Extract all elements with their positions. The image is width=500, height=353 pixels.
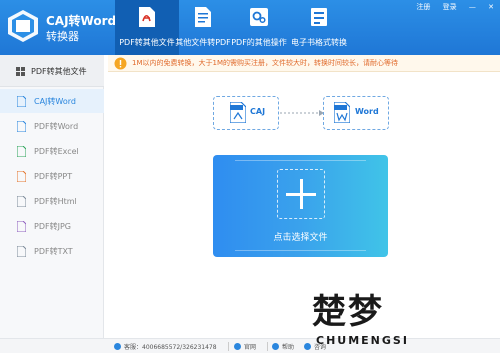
html-file-icon [17,196,26,207]
watermark-chinese: 楚梦 [311,291,384,333]
app-title: CAJ转Word [46,14,117,28]
plus-icon [300,179,303,209]
file-dropzone[interactable]: 点击选择文件 [213,155,388,257]
notice-icon [114,57,127,70]
website-label: 官网 [244,344,257,351]
register-link[interactable]: 注册 [416,3,430,11]
sidebar-item-caj-to-word[interactable]: CAJ转Word [0,89,104,113]
chat-icon [304,343,311,350]
sidebar-header-label: PDF转其他文件 [31,67,87,76]
close-button[interactable]: ✕ [488,3,494,11]
sidebar-item-pdf-to-excel[interactable]: PDF转Excel [0,139,104,163]
arrow-right-icon [280,110,324,116]
login-link[interactable]: 登录 [443,3,457,11]
divider [235,160,366,161]
notice-text: 1M以内的免费转换，大于1M的需购买注册，文件较大时，转换时间较长，请耐心等待 [132,59,398,67]
target-format-box: Word [323,96,389,130]
website-link[interactable]: 官网 [234,342,256,351]
customer-service-text: 客服：4006685572/326231478 [124,344,217,351]
sidebar-item-label: PDF转JPG [34,222,71,231]
sidebar-item-pdf-to-html[interactable]: PDF转Html [0,189,104,213]
top-links: 注册 登录 — ✕ [406,2,494,12]
app-header: CAJ转Word 转换器 PDF转其他文件 其他文件转PDF PDF的其他操作 [0,0,500,55]
document-icon [195,7,211,27]
sidebar-item-label: PDF转TXT [34,247,73,256]
source-format-box: CAJ [213,96,279,130]
sidebar: PDF转其他文件 CAJ转Word PDF转Word PDF转Excel PDF… [0,55,104,338]
gears-icon [250,8,268,26]
watermark-latin: CHUMENGSI [316,334,409,347]
add-file-button[interactable] [277,169,325,219]
ppt-file-icon [17,171,26,182]
word-file-icon [334,102,350,123]
sidebar-item-pdf-to-txt[interactable]: PDF转TXT [0,239,104,263]
app-logo-icon [8,10,38,42]
ebook-icon [311,8,327,26]
notice-bar: 1M以内的免费转换，大于1M的需购买注册，文件较大时，转换时间较长，请耐心等待 [108,55,500,72]
divider [235,250,366,251]
brand: CAJ转Word 转换器 [6,8,116,46]
sidebar-header: PDF转其他文件 [0,55,104,87]
sidebar-item-label: PDF转Html [34,197,77,206]
sidebar-item-pdf-to-jpg[interactable]: PDF转JPG [0,214,104,238]
minimize-button[interactable]: — [469,3,476,11]
target-format-label: Word [355,107,379,116]
sidebar-item-label: PDF转Word [34,122,79,131]
image-file-icon [17,221,26,232]
watermark-logo: 楚梦 CHUMENGSI [311,284,497,353]
pdf-file-icon [139,7,155,27]
customer-service-contact: 客服：4006685572/326231478 [114,342,217,351]
help-link[interactable]: 帮助 [272,342,294,351]
sidebar-item-label: PDF转PPT [34,172,73,181]
app-subtitle: 转换器 [46,30,79,43]
select-file-label: 点击选择文件 [273,233,328,243]
word-file-icon [17,121,26,132]
grid-icon [16,67,25,76]
help-label: 帮助 [282,344,295,351]
divider [267,342,268,351]
tab-ebook-convert[interactable]: 电子书格式转换 [287,0,351,55]
sidebar-item-label: CAJ转Word [34,97,76,106]
caj-file-icon [17,96,26,107]
home-icon [234,343,241,350]
headset-icon [114,343,121,350]
sidebar-item-pdf-to-word[interactable]: PDF转Word [0,114,104,138]
help-icon [272,343,279,350]
txt-file-icon [17,246,26,257]
caj-file-icon [230,102,246,123]
divider [228,342,229,351]
tab-label: 电子书格式转换 [291,38,347,47]
sidebar-item-label: PDF转Excel [34,147,79,156]
excel-file-icon [17,146,26,157]
sidebar-item-pdf-to-ppt[interactable]: PDF转PPT [0,164,104,188]
source-format-label: CAJ [250,107,266,116]
